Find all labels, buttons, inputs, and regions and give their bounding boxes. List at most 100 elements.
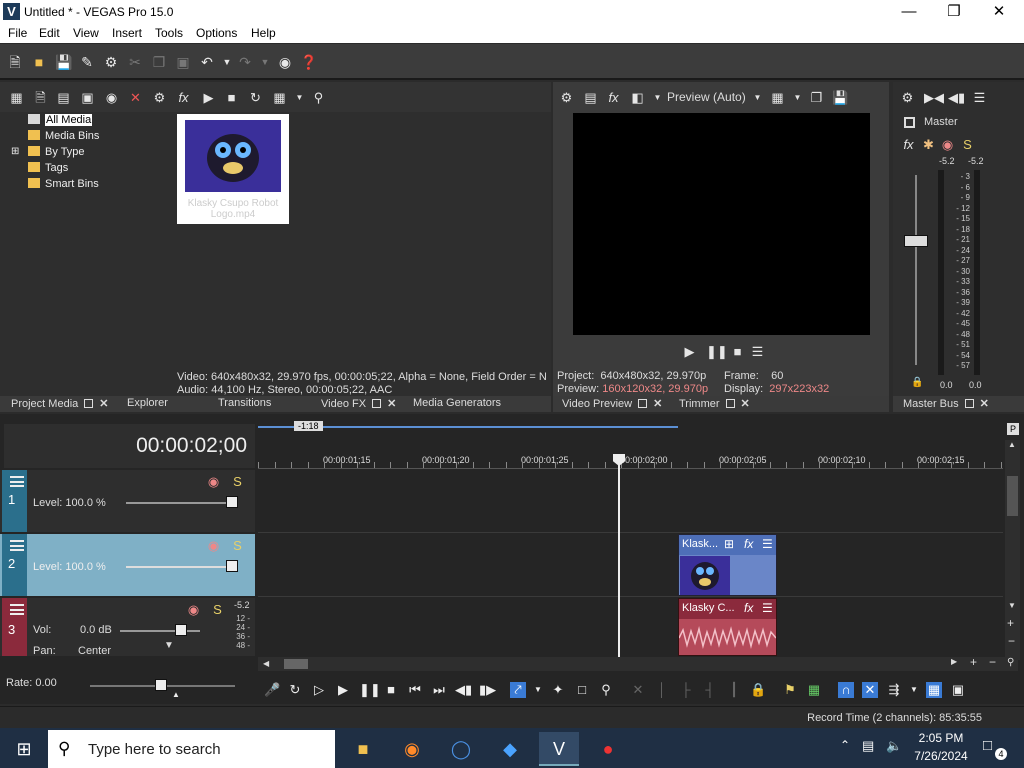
cut-icon[interactable]: ✂ <box>127 54 143 70</box>
close-button[interactable]: ✕ <box>976 0 1022 24</box>
edit-tool-dropdown-icon[interactable]: ▼ <box>530 682 546 698</box>
insert-region-icon[interactable]: ▦ <box>806 682 822 698</box>
tree-item-smart-bins[interactable]: Smart Bins <box>28 178 99 190</box>
menu-help[interactable]: Help <box>251 26 276 40</box>
track-lanes[interactable] <box>258 470 1003 656</box>
snapping-icon[interactable]: ∩ <box>838 682 854 698</box>
event-fx-icon[interactable]: fx <box>744 537 753 551</box>
zoom-out-tracks-icon[interactable]: − <box>1008 634 1015 648</box>
lock-envelopes-icon[interactable]: ▦ <box>926 682 942 698</box>
whats-this-help-icon[interactable]: ❓ <box>300 54 317 70</box>
playhead-cursor[interactable] <box>618 455 620 657</box>
event-pan-crop-icon[interactable]: ⊞ <box>724 537 734 551</box>
media-properties-icon[interactable]: ⚙ <box>152 90 167 105</box>
track-menu-icon[interactable] <box>10 540 24 551</box>
file-explorer-icon[interactable]: ■ <box>343 732 383 766</box>
event-menu-icon[interactable]: ☰ <box>762 537 773 551</box>
copy-icon[interactable]: ❐ <box>151 54 167 70</box>
track-2-header[interactable]: 2 ◉ S Level: 100.0 % <box>0 534 255 596</box>
undock-icon[interactable] <box>638 399 648 408</box>
undo-dropdown-icon[interactable]: ▼ <box>219 54 235 70</box>
globe-icon[interactable]: ◉ <box>104 90 119 105</box>
redo-dropdown-icon[interactable]: ▼ <box>257 54 273 70</box>
track-1-level-slider[interactable] <box>126 502 236 504</box>
tab-trimmer[interactable]: Trimmer ✕ <box>679 397 750 410</box>
preview-stop-icon[interactable]: ■ <box>730 344 745 359</box>
split-screen-icon[interactable]: ◧ <box>630 90 645 105</box>
taskbar-clock-date[interactable]: 7/26/2024 <box>909 749 973 763</box>
zoom-in-time-icon[interactable]: + <box>970 655 977 669</box>
track-3-mute-icon[interactable]: ◉ <box>186 602 201 617</box>
loop-playback-icon[interactable]: ↻ <box>287 682 303 698</box>
trim-start-icon[interactable]: ├ <box>678 682 694 698</box>
master-gear-icon[interactable]: ✱ <box>921 137 936 152</box>
chrome-icon[interactable]: ◯ <box>441 732 481 766</box>
vegas-taskbar-icon[interactable]: V <box>539 732 579 766</box>
close-tab-icon[interactable]: ✕ <box>387 397 396 410</box>
mixer-sliders-icon[interactable]: ☰ <box>972 90 987 105</box>
timeline-horizontal-scrollbar[interactable]: ◀ ▶ + − ⚲ <box>258 655 1018 671</box>
track-menu-icon[interactable] <box>10 476 24 487</box>
preview-pause-icon[interactable]: ❚❚ <box>706 344 728 359</box>
master-fx-icon[interactable]: fx <box>901 137 916 152</box>
track-1-solo-icon[interactable]: S <box>230 474 245 489</box>
properties-icon[interactable]: ⚙ <box>103 54 119 70</box>
undock-icon[interactable] <box>964 399 974 408</box>
previous-frame-icon[interactable]: ◀▮ <box>455 682 472 698</box>
network-icon[interactable]: ▤ <box>862 738 874 754</box>
expand-icon[interactable]: ⊞ <box>11 146 19 157</box>
paste-icon[interactable]: ▣ <box>175 54 191 70</box>
video-fx-icon[interactable]: fx <box>606 90 621 105</box>
scroll-left-icon[interactable]: ◀ <box>263 659 269 668</box>
record-icon[interactable]: 🎤 <box>264 682 280 698</box>
vertical-scroll-thumb[interactable] <box>1007 476 1018 516</box>
stop-icon[interactable]: ■ <box>383 682 399 698</box>
tab-master-bus[interactable]: Master Bus ✕ <box>903 397 989 410</box>
undock-icon[interactable] <box>84 399 94 408</box>
track-menu-icon[interactable] <box>10 604 24 615</box>
event-menu-icon[interactable]: ☰ <box>762 601 773 615</box>
tab-transitions[interactable]: Transitions <box>218 397 271 409</box>
tab-video-fx[interactable]: Video FX ✕ <box>321 397 396 410</box>
split-dropdown-icon[interactable]: ▼ <box>650 90 665 105</box>
minimize-button[interactable]: — <box>886 0 932 24</box>
tab-project-media[interactable]: Project Media ✕ <box>11 397 108 410</box>
track-3-vol-handle[interactable] <box>175 624 187 636</box>
zoom-out-time-icon[interactable]: − <box>989 655 996 669</box>
track-1-header[interactable]: 1 ◉ S Level: 100.0 % <box>0 470 255 532</box>
track-3-solo-icon[interactable]: S <box>210 602 225 617</box>
play-icon[interactable]: ▶ <box>335 682 351 698</box>
loop-region-bar[interactable]: -1:18 <box>258 420 1008 432</box>
device-icon[interactable]: ▤ <box>583 90 598 105</box>
menu-insert[interactable]: Insert <box>112 26 142 40</box>
master-record-icon[interactable]: ◉ <box>940 137 955 152</box>
track-3-vol-slider[interactable] <box>120 630 200 632</box>
go-to-start-icon[interactable]: ⏮ <box>407 682 423 698</box>
trim-icon[interactable]: │ <box>654 682 670 698</box>
taskbar-clock-time[interactable]: 2:05 PM <box>913 731 969 745</box>
tree-item-all-media[interactable]: All Media <box>28 114 93 126</box>
preview-menu-icon[interactable]: ☰ <box>750 344 765 359</box>
close-tab-icon[interactable]: ✕ <box>980 397 989 410</box>
zoom-in-tracks-icon[interactable]: + <box>1007 616 1014 630</box>
rate-slider-handle[interactable] <box>155 679 167 691</box>
close-tab-icon[interactable]: ✕ <box>99 397 108 410</box>
normal-edit-tool-icon[interactable]: ⤤ <box>510 682 526 698</box>
next-frame-icon[interactable]: ▮▶ <box>479 682 496 698</box>
import-media-icon[interactable]: 🗎 <box>33 90 48 105</box>
event-fx-icon[interactable]: fx <box>744 601 753 615</box>
preview-play-icon[interactable]: ▶ <box>682 344 697 359</box>
tab-video-preview[interactable]: Video Preview ✕ <box>562 397 662 410</box>
new-project-icon[interactable]: 🗎 <box>7 54 23 70</box>
track-1-level-handle[interactable] <box>226 496 238 508</box>
mute-icon[interactable]: ◀▮ <box>948 90 965 105</box>
windows-start-icon[interactable]: ⊞ <box>4 732 44 766</box>
media-thumbnail[interactable]: Klasky Csupo Robot Logo.mp4 <box>177 114 289 224</box>
stop-icon[interactable]: ■ <box>224 90 239 105</box>
tree-item-media-bins[interactable]: Media Bins <box>28 130 99 142</box>
video-event[interactable]: Klask... ⊞ fx ☰ <box>678 534 777 596</box>
marker-icon[interactable]: P <box>1007 423 1019 435</box>
close-tab-icon[interactable]: ✕ <box>653 397 662 410</box>
roblox-studio-icon[interactable]: ◆ <box>490 732 530 766</box>
split-icon[interactable]: ┃ <box>726 682 742 698</box>
